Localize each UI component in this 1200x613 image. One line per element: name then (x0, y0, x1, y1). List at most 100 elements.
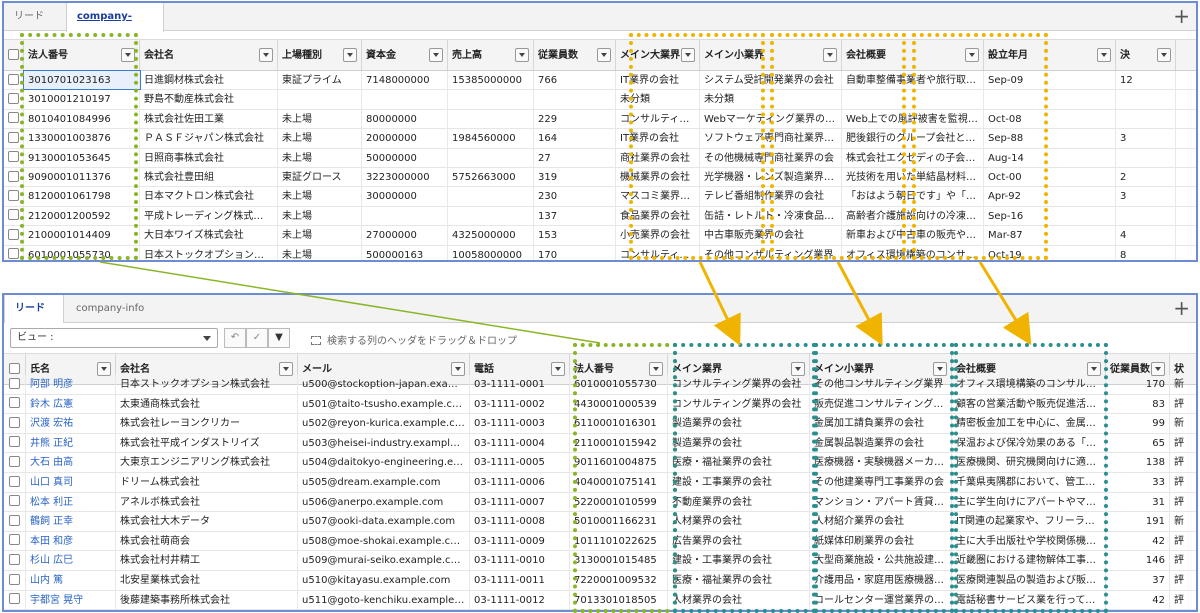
table-cell[interactable]: 中古車販売業界の会社 (700, 226, 842, 245)
table-cell[interactable]: 03-1111-0001 (470, 375, 570, 394)
table-cell[interactable]: オフィス環境構築のコンサル… (842, 245, 984, 260)
table-cell[interactable]: 大東京エンジニアリング株式会社 (116, 453, 298, 472)
table-row[interactable]: 1330001003876 ＰＡＳＦジャパン株式会社 未上場 20000000 1984… (4, 129, 1196, 149)
table-cell[interactable]: 株式会社豊田組 (140, 168, 278, 187)
table-cell[interactable]: 機械業界の会社 (616, 168, 700, 187)
options-dropdown-button[interactable]: ▼ (268, 328, 290, 348)
row-checkbox[interactable] (4, 492, 26, 512)
table-cell[interactable]: 保温および保冷効果のある「チ… (952, 433, 1106, 453)
table-cell[interactable]: 医療・福祉業界の会社 (668, 571, 810, 590)
table-cell[interactable]: 鶴飼 正幸 (26, 512, 116, 531)
table-cell[interactable]: 不動産業界の会社 (668, 492, 810, 512)
table-cell[interactable]: 北安星業株式会社 (116, 571, 298, 590)
table-cell[interactable]: ＰＡＳＦジャパン株式会社 (140, 129, 278, 148)
table-cell[interactable]: 「おはよう朝日です」や「キ… (842, 187, 984, 206)
table-cell[interactable]: 3010701023163 (23, 69, 141, 91)
tab-lead[interactable]: リード (4, 295, 64, 324)
column-filter-dropdown-icon[interactable] (1157, 48, 1171, 62)
table-cell[interactable]: 3010001210197 (24, 90, 140, 109)
table-cell[interactable]: 日照商事株式会社 (140, 148, 278, 167)
table-cell[interactable]: 缶詰・レトルト・冷凍食品製… (700, 206, 842, 226)
table-cell[interactable]: 新 (1170, 414, 1196, 433)
table-cell[interactable]: その他建業専門工事業界の会 (810, 473, 952, 492)
table-cell[interactable]: 平成トレーディング株式会社 (140, 206, 278, 226)
table-cell[interactable]: 3130001015485 (570, 551, 668, 570)
table-cell[interactable]: 未上場 (278, 129, 362, 148)
table-cell[interactable]: 7013301018505 (570, 590, 668, 610)
table-cell[interactable]: 株式会社平成インダストリイズ (116, 433, 298, 453)
table-cell[interactable]: 評 (1170, 571, 1196, 590)
table-cell[interactable]: 評 (1170, 591, 1196, 610)
column-header[interactable]: 会社概要 (842, 40, 984, 70)
table-cell[interactable] (448, 148, 534, 167)
table-cell[interactable]: 319 (534, 168, 616, 187)
table-cell[interactable]: 9090001011376 (24, 168, 140, 187)
table-cell[interactable]: 商社業界の会社 (616, 148, 700, 167)
row-checkbox[interactable] (4, 590, 26, 610)
row-checkbox[interactable] (4, 551, 26, 570)
table-cell[interactable]: 井熊 正紀 (26, 433, 116, 453)
column-filter-dropdown-icon[interactable] (97, 362, 111, 376)
table-cell[interactable]: 170 (1106, 375, 1170, 394)
table-cell[interactable]: 日本ストックオプション株式会社 (116, 375, 298, 394)
table-cell[interactable]: 5010001166231 (570, 512, 668, 531)
table-cell[interactable]: 42 (1106, 590, 1170, 610)
table-cell[interactable]: 大石 由高 (26, 453, 116, 472)
table-cell[interactable] (1116, 206, 1176, 226)
table-cell[interactable]: 2110001015942 (570, 433, 668, 453)
row-checkbox[interactable] (4, 90, 24, 109)
table-cell[interactable]: 2100001014409 (24, 226, 140, 245)
table-cell[interactable]: 金属加工請負業界の会社 (810, 414, 952, 433)
row-checkbox[interactable] (4, 129, 24, 148)
table-cell[interactable]: 未上場 (278, 109, 362, 129)
table-cell[interactable]: 新 (1170, 375, 1196, 394)
table-cell[interactable]: 株式会社大木データ (116, 512, 298, 531)
table-cell[interactable]: コンサルティング業界の会社 (616, 109, 700, 129)
table-cell[interactable] (362, 90, 448, 109)
table-cell[interactable] (448, 109, 534, 129)
table-row[interactable]: 松本 利正 アネルボ株式会社 u506@anerpo.example.com 03-1… (4, 492, 1196, 513)
table-cell[interactable]: ソフトウェア専門商社業界の会 (700, 129, 842, 148)
table-cell[interactable] (984, 90, 1116, 109)
column-filter-dropdown-icon[interactable] (933, 362, 947, 376)
table-cell[interactable]: 宇都宮 晃守 (26, 590, 116, 610)
table-cell[interactable]: 170 (534, 245, 616, 260)
table-cell[interactable]: 評 (1170, 532, 1196, 551)
table-cell[interactable] (534, 90, 616, 109)
add-tab-icon[interactable]: + (1173, 5, 1190, 27)
table-cell[interactable]: 03-1111-0002 (470, 394, 570, 414)
table-cell[interactable]: Aug-14 (984, 148, 1116, 167)
table-cell[interactable]: 2 (1116, 168, 1176, 187)
column-header[interactable]: 売上高 (448, 40, 534, 70)
table-cell[interactable]: 03-1111-0007 (470, 492, 570, 512)
table-cell[interactable]: 03-1111-0009 (470, 531, 570, 551)
column-header[interactable]: 決 (1116, 40, 1176, 70)
table-cell[interactable]: 42 (1106, 531, 1170, 551)
table-cell[interactable]: 33 (1106, 473, 1170, 492)
table-cell[interactable]: 東証プライム (278, 71, 362, 90)
table-cell[interactable] (448, 187, 534, 206)
table-cell[interactable]: 4325000000 (448, 226, 534, 245)
table-cell[interactable]: 230 (534, 187, 616, 206)
table-cell[interactable]: 未上場 (278, 206, 362, 226)
table-cell[interactable]: 1984560000 (448, 129, 534, 148)
table-row[interactable]: 9130001053645 日照商事株式会社 未上場 50000000 27 商社業界の会… (4, 148, 1196, 168)
table-cell[interactable]: 東証グロース (278, 168, 362, 187)
table-cell[interactable]: 肥後銀行のグループ会社とし… (842, 129, 984, 148)
table-cell[interactable]: u511@goto-kenchiku.example.com (298, 590, 470, 610)
table-row[interactable]: 8120001061798 日本マクトロン株式会社 未上場 30000000 230 マス… (4, 187, 1196, 207)
table-cell[interactable]: 光学機器・レンズ製造業界の会 (700, 168, 842, 187)
column-filter-dropdown-icon[interactable] (1087, 362, 1101, 376)
column-filter-dropdown-icon[interactable] (597, 48, 611, 62)
table-cell[interactable]: 191 (1106, 512, 1170, 531)
table-row[interactable]: 8010401084996 株式会社佐田工業 未上場 80000000 229 コンサルテ… (4, 109, 1196, 130)
table-cell[interactable]: 4040001075141 (570, 473, 668, 492)
table-cell[interactable]: u503@heisei-industry.example.com (298, 433, 470, 453)
table-cell[interactable]: 5752663000 (448, 168, 534, 187)
column-filter-dropdown-icon[interactable] (1097, 48, 1111, 62)
table-cell[interactable]: 10058000000 (448, 245, 534, 260)
undo-button[interactable]: ↶ (224, 328, 246, 348)
row-checkbox[interactable] (4, 512, 26, 531)
row-checkbox[interactable] (4, 168, 24, 187)
table-cell[interactable]: コンサルティング業界の会社 (668, 394, 810, 414)
